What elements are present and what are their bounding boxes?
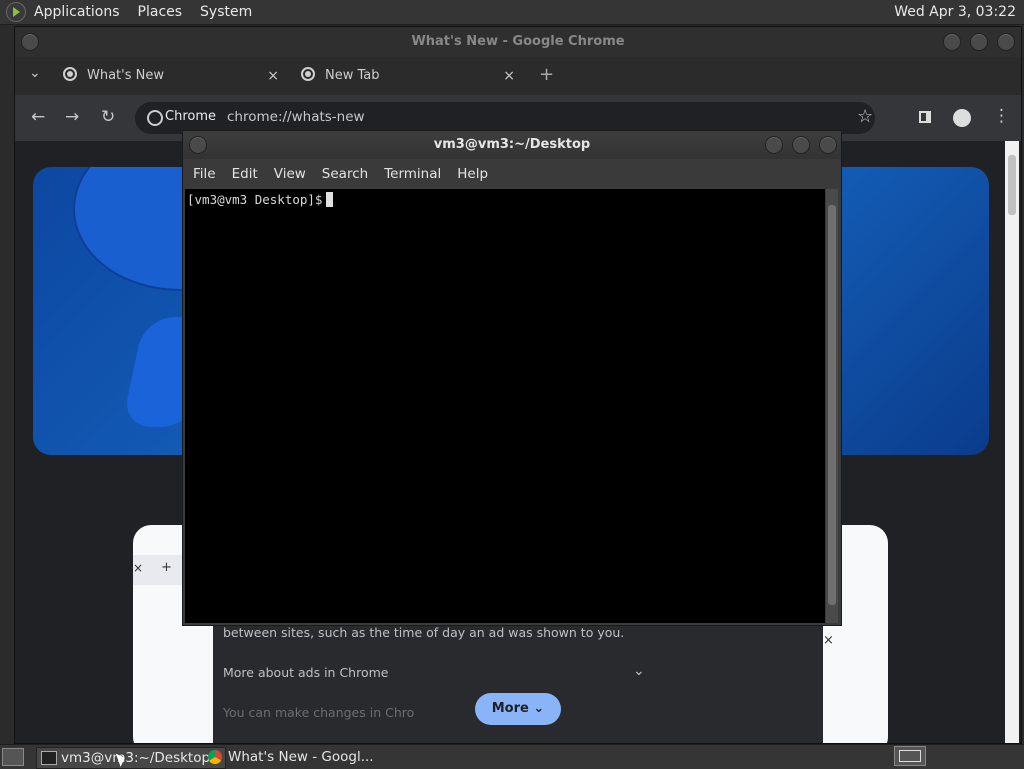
ads-description: between sites, such as the time of day a… (223, 625, 625, 640)
show-desktop-icon[interactable] (2, 748, 24, 766)
tab-label: New Tab (325, 68, 380, 83)
bookmark-star-icon[interactable]: ☆ (857, 106, 873, 127)
menu-search[interactable]: Search (322, 166, 368, 182)
kebab-menu-icon[interactable]: ⋮ (993, 106, 1010, 126)
taskbar-item-label: What's New - Googl... (228, 749, 374, 765)
bottom-taskbar: vm3@vm3:~/Desktop What's New - Googl... (0, 744, 1024, 769)
chrome-favicon-icon (301, 67, 315, 81)
chrome-favicon-icon (63, 67, 77, 81)
menu-help[interactable]: Help (457, 166, 488, 182)
chrome-window-title: What's New - Google Chrome (411, 34, 625, 49)
terminal-title-bar[interactable]: vm3@vm3:~/Desktop (183, 131, 841, 159)
chrome-tab-strip: ⌄ What's New × New Tab × + (15, 57, 1021, 95)
panel-close-icon[interactable]: × (823, 633, 834, 648)
tab-whats-new[interactable]: What's New × (63, 61, 279, 91)
chrome-icon (208, 750, 222, 764)
mini-new-tab-icon: + (161, 560, 172, 575)
chrome-close-button[interactable] (997, 33, 1015, 51)
profile-avatar-icon[interactable] (953, 109, 971, 127)
chrome-maximize-button[interactable] (970, 33, 988, 51)
tab-label: What's New (87, 68, 164, 83)
terminal-menubar: File Edit View Search Terminal Help (183, 159, 841, 189)
taskbar-item-terminal[interactable]: vm3@vm3:~/Desktop (36, 747, 226, 769)
reload-icon[interactable]: ↻ (101, 107, 115, 127)
back-arrow-icon[interactable]: ← (31, 107, 45, 127)
chrome-window-menu-button[interactable] (21, 33, 39, 51)
mini-tab-close-icon: × (133, 561, 144, 575)
terminal-icon (41, 751, 57, 765)
top-panel: Applications Places System Wed Apr 3, 03… (0, 0, 1024, 25)
menu-terminal[interactable]: Terminal (384, 166, 441, 182)
page-scrollbar-thumb[interactable] (1008, 155, 1016, 215)
more-button[interactable]: More ⌄ (475, 693, 561, 725)
menu-applications[interactable]: Applications (34, 4, 120, 20)
menu-view[interactable]: View (274, 166, 306, 182)
gnome-foot-icon[interactable] (6, 2, 26, 22)
chrome-chip-icon (147, 110, 163, 126)
more-button-label: More (491, 701, 529, 716)
terminal-scrollbar-thumb[interactable] (828, 205, 836, 605)
terminal-prompt-line: [vm3@vm3 Desktop]$ (187, 192, 334, 207)
menu-system[interactable]: System (200, 4, 252, 20)
terminal-cursor (326, 192, 334, 207)
new-tab-button[interactable]: + (539, 64, 554, 85)
menu-places[interactable]: Places (138, 4, 183, 20)
ads-change-text: You can make changes in Chro (223, 705, 415, 720)
menu-edit[interactable]: Edit (232, 166, 258, 182)
terminal-prompt: [vm3@vm3 Desktop]$ (187, 192, 323, 207)
terminal-close-button[interactable] (819, 136, 837, 154)
terminal-screen[interactable]: [vm3@vm3 Desktop]$ (185, 189, 825, 623)
taskbar-item-label: vm3@vm3:~/Desktop (61, 750, 211, 766)
tab-close-icon[interactable]: × (267, 61, 279, 91)
terminal-title: vm3@vm3:~/Desktop (433, 137, 591, 152)
chevron-down-icon[interactable]: ⌄ (633, 663, 645, 679)
taskbar-item-chrome[interactable]: What's New - Googl... (204, 747, 394, 767)
terminal-minimize-button[interactable] (765, 136, 783, 154)
chrome-title-bar[interactable]: What's New - Google Chrome (15, 27, 1021, 57)
omnibox-chip-label: Chrome (165, 109, 216, 124)
terminal-maximize-button[interactable] (792, 136, 810, 154)
tab-new-tab[interactable]: New Tab × (301, 61, 515, 91)
page-scrollbar[interactable] (1005, 141, 1019, 743)
workspace-switcher[interactable] (894, 746, 926, 766)
clock[interactable]: Wed Apr 3, 03:22 (894, 4, 1016, 20)
terminal-window-menu-button[interactable] (189, 136, 207, 154)
ads-more-about[interactable]: More about ads in Chrome (223, 665, 388, 680)
tab-close-icon[interactable]: × (503, 61, 515, 91)
omnibox-url[interactable]: chrome://whats-new (227, 109, 365, 125)
forward-arrow-icon[interactable]: → (65, 107, 79, 127)
menu-file[interactable]: File (193, 166, 216, 182)
chevron-down-icon: ⌄ (533, 701, 545, 716)
side-panel-icon[interactable] (919, 111, 931, 123)
chrome-minimize-button[interactable] (943, 33, 961, 51)
terminal-window: vm3@vm3:~/Desktop File Edit View Search … (182, 130, 842, 626)
tab-search-icon[interactable]: ⌄ (29, 65, 41, 81)
